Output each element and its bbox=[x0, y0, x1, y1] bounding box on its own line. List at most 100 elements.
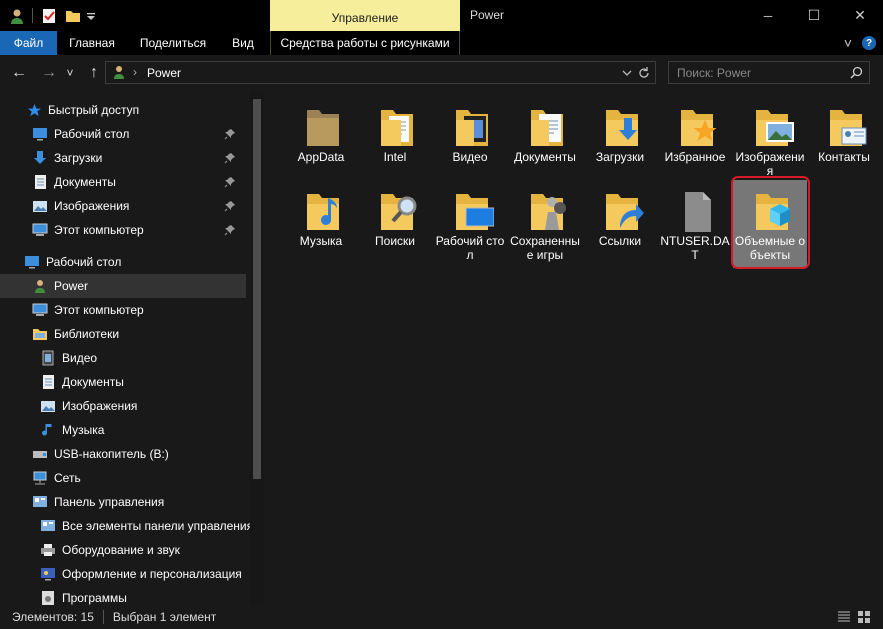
file-item-downloads[interactable]: Загрузки bbox=[583, 96, 657, 180]
sidebar-item-pictures[interactable]: Изображения bbox=[0, 194, 250, 218]
folder-documents-icon bbox=[525, 104, 569, 150]
sidebar-item-lib-music[interactable]: Музыка bbox=[0, 418, 250, 442]
new-folder-icon[interactable] bbox=[62, 6, 84, 26]
file-item-pictures[interactable]: Изображения bbox=[733, 96, 807, 180]
properties-icon[interactable] bbox=[38, 6, 60, 26]
usb-drive-icon bbox=[32, 446, 48, 462]
folder-contacts-icon bbox=[824, 104, 868, 150]
sidebar-item-usb-drive[interactable]: USB-накопитель (B:) bbox=[0, 442, 250, 466]
file-item-desktop[interactable]: Рабочий стол bbox=[433, 180, 507, 264]
title-bar: Управление Power ─ ☐ ✕ bbox=[0, 0, 883, 31]
file-item-videos[interactable]: Видео bbox=[433, 96, 507, 180]
tab-view[interactable]: Вид bbox=[224, 31, 262, 55]
image-icon bbox=[32, 198, 48, 214]
sidebar-item-quick-access[interactable]: Быстрый доступ bbox=[0, 98, 250, 122]
sidebar-item-control-panel[interactable]: Панель управления bbox=[0, 490, 250, 514]
file-item-ntuser[interactable]: NTUSER.DAT bbox=[658, 180, 732, 264]
selection-count: Выбран 1 элемент bbox=[112, 610, 217, 624]
folder-pictures-icon bbox=[750, 104, 794, 150]
programs-icon bbox=[40, 590, 56, 605]
ribbon-tabs: Файл Главная Поделиться Вид Средства раб… bbox=[0, 31, 883, 55]
user-folder-icon[interactable] bbox=[6, 6, 28, 26]
network-icon bbox=[32, 470, 48, 486]
sidebar-item-lib-documents[interactable]: Документы bbox=[0, 370, 250, 394]
file-item-intel[interactable]: Intel bbox=[358, 96, 432, 180]
download-icon bbox=[32, 150, 48, 166]
tab-home[interactable]: Главная bbox=[60, 31, 124, 55]
large-icons-view-icon[interactable] bbox=[857, 610, 871, 627]
file-item-documents[interactable]: Документы bbox=[508, 96, 582, 180]
control-panel-icon bbox=[32, 494, 48, 510]
sidebar-item-documents[interactable]: Документы bbox=[0, 170, 250, 194]
close-button[interactable]: ✕ bbox=[837, 0, 883, 31]
music-icon bbox=[40, 422, 56, 438]
folder-searches-icon bbox=[375, 188, 419, 234]
address-dropdown-icon[interactable] bbox=[621, 67, 633, 79]
file-item-music[interactable]: Музыка bbox=[284, 180, 358, 264]
sidebar-scrollbar[interactable] bbox=[250, 91, 264, 605]
recent-locations-icon[interactable]: ˅ bbox=[63, 63, 77, 83]
separator bbox=[102, 610, 104, 624]
file-item-links[interactable]: Ссылки bbox=[583, 180, 657, 264]
file-item-favorites[interactable]: Избранное bbox=[658, 96, 732, 180]
folder-links-icon bbox=[600, 188, 644, 234]
sidebar-item-hardware-sound[interactable]: Оборудование и звук bbox=[0, 538, 250, 562]
scrollbar-thumb[interactable] bbox=[253, 99, 261, 479]
back-icon[interactable]: ← bbox=[9, 63, 29, 83]
tab-share[interactable]: Поделиться bbox=[132, 31, 214, 55]
refresh-icon[interactable] bbox=[637, 66, 651, 80]
minimize-button[interactable]: ─ bbox=[745, 0, 791, 31]
file-item-saved-games[interactable]: Сохраненные игры bbox=[508, 180, 582, 264]
sidebar-item-personalization[interactable]: Оформление и персонализация bbox=[0, 562, 250, 586]
document-icon bbox=[40, 374, 56, 390]
customize-toolbar-icon[interactable] bbox=[84, 6, 98, 26]
tab-file[interactable]: Файл bbox=[0, 31, 57, 55]
control-panel-icon bbox=[40, 518, 56, 534]
sidebar-item-lib-video[interactable]: Видео bbox=[0, 346, 250, 370]
sidebar-item-libraries[interactable]: Библиотеки bbox=[0, 322, 250, 346]
folder-intel-icon bbox=[375, 104, 419, 150]
pin-icon[interactable] bbox=[224, 128, 236, 140]
pin-icon[interactable] bbox=[224, 200, 236, 212]
close-icon: ✕ bbox=[854, 7, 866, 23]
address-bar[interactable]: › Power bbox=[105, 61, 656, 84]
sidebar-item-this-pc-root[interactable]: Этот компьютер bbox=[0, 298, 250, 322]
computer-icon bbox=[32, 302, 48, 318]
sidebar-item-downloads[interactable]: Загрузки bbox=[0, 146, 250, 170]
pin-icon[interactable] bbox=[224, 152, 236, 164]
search-input[interactable]: Поиск: Power bbox=[668, 61, 870, 84]
sidebar-item-all-cp-items[interactable]: Все элементы панели управления bbox=[0, 514, 253, 538]
help-icon[interactable]: ? bbox=[860, 31, 878, 55]
selection-highlight-ring bbox=[731, 176, 810, 269]
forward-icon[interactable]: → bbox=[39, 63, 59, 83]
image-icon bbox=[40, 398, 56, 414]
expand-ribbon-icon[interactable]: ˅ bbox=[838, 31, 858, 55]
user-icon bbox=[32, 278, 48, 294]
maximize-button[interactable]: ☐ bbox=[791, 0, 837, 31]
file-item-searches[interactable]: Поиски bbox=[358, 180, 432, 264]
context-tab-manage[interactable]: Управление bbox=[270, 0, 460, 31]
sidebar-item-desktop[interactable]: Рабочий стол bbox=[0, 122, 250, 146]
sidebar-item-desktop-root[interactable]: Рабочий стол bbox=[0, 250, 250, 274]
star-icon bbox=[26, 102, 42, 118]
sidebar-item-this-pc[interactable]: Этот компьютер bbox=[0, 218, 250, 242]
file-item-contacts[interactable]: Контакты bbox=[807, 96, 881, 180]
up-icon[interactable]: ↑ bbox=[84, 63, 104, 83]
sidebar-item-power[interactable]: Power bbox=[0, 274, 246, 298]
window-title: Power bbox=[470, 8, 505, 22]
sidebar-item-lib-pictures[interactable]: Изображения bbox=[0, 394, 250, 418]
file-icon bbox=[675, 188, 719, 234]
pin-icon[interactable] bbox=[224, 224, 236, 236]
search-icon[interactable] bbox=[850, 66, 863, 82]
sidebar-item-network[interactable]: Сеть bbox=[0, 466, 250, 490]
computer-icon bbox=[32, 222, 48, 238]
file-item-appdata[interactable]: AppData bbox=[284, 96, 358, 180]
minimize-icon: ─ bbox=[763, 8, 773, 23]
sidebar-item-programs[interactable]: Программы bbox=[0, 586, 250, 605]
tab-picture-tools[interactable]: Средства работы с рисунками bbox=[272, 31, 458, 55]
breadcrumb-power[interactable]: Power bbox=[147, 66, 181, 80]
library-icon bbox=[32, 326, 48, 342]
folder-favorites-icon bbox=[675, 104, 719, 150]
details-view-icon[interactable] bbox=[837, 610, 851, 627]
pin-icon[interactable] bbox=[224, 176, 236, 188]
